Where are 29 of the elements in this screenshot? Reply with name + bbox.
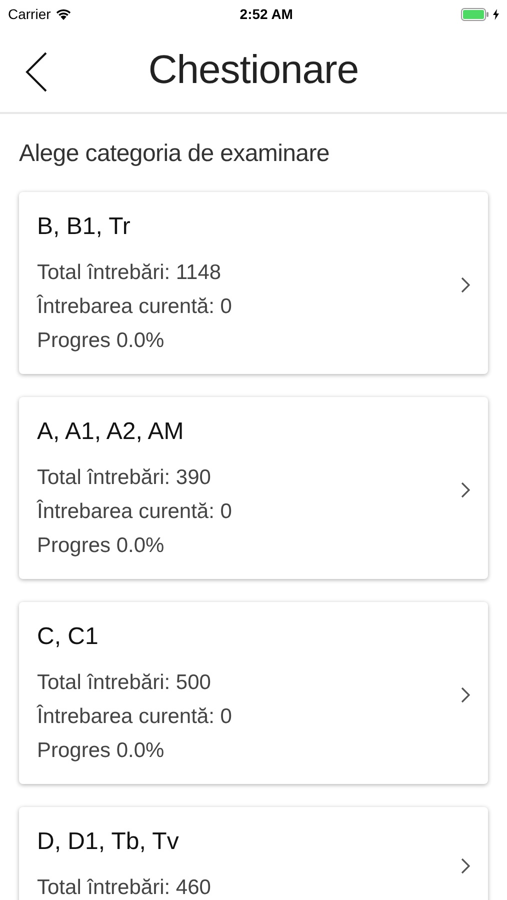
category-info: Întrebarea curentă: 0 <box>37 294 233 320</box>
chevron-icon <box>461 277 470 293</box>
category-info: Total întrebări: 500 <box>37 670 212 696</box>
chevron-icon <box>461 687 470 703</box>
chevron-icon <box>461 858 470 874</box>
category-card[interactable]: A, A1, A2, AM Total întrebări: 390 Întrebarea curentă: 0 Progres 0.0% <box>19 397 488 579</box>
category-card[interactable]: B, B1, Tr Total întrebări: 1148 Întrebarea curentă: 0 Progres 0.0% <box>19 192 488 374</box>
category-info: Total întrebări: 390 <box>37 465 212 491</box>
category-card[interactable]: D, D1, Tb, Tv Total întrebări: 460 <box>19 807 488 900</box>
category-title: D, D1, Tb, Tv <box>37 827 180 857</box>
category-title: B, B1, Tr <box>37 212 132 242</box>
category-info: Total întrebări: 1148 <box>37 260 222 286</box>
wifi-icon <box>54 8 72 20</box>
carrier-label: Carrier <box>8 4 51 24</box>
screen-title: Chestionare <box>148 47 359 94</box>
category-title: C, C1 <box>37 622 100 652</box>
category-title: A, A1, A2, AM <box>37 417 185 447</box>
back-button[interactable] <box>24 52 48 92</box>
category-info: Total întrebări: 460 <box>37 875 212 900</box>
category-info: Progres 0.0% <box>37 738 166 764</box>
category-info: Întrebarea curentă: 0 <box>37 704 233 730</box>
battery-icon <box>460 8 489 20</box>
category-info: Întrebarea curentă: 0 <box>37 498 233 525</box>
section-heading: Alege categoria de examinare <box>19 139 330 169</box>
chevron-icon <box>461 482 470 498</box>
category-card[interactable]: C, C1 Total întrebări: 500 Întrebarea curentă: 0 Progres 0.0% <box>19 602 488 784</box>
category-info: Progres 0.0% <box>37 328 166 354</box>
clock-time: 2:52 AM <box>240 4 293 24</box>
category-info: Progres 0.0% <box>37 533 166 559</box>
